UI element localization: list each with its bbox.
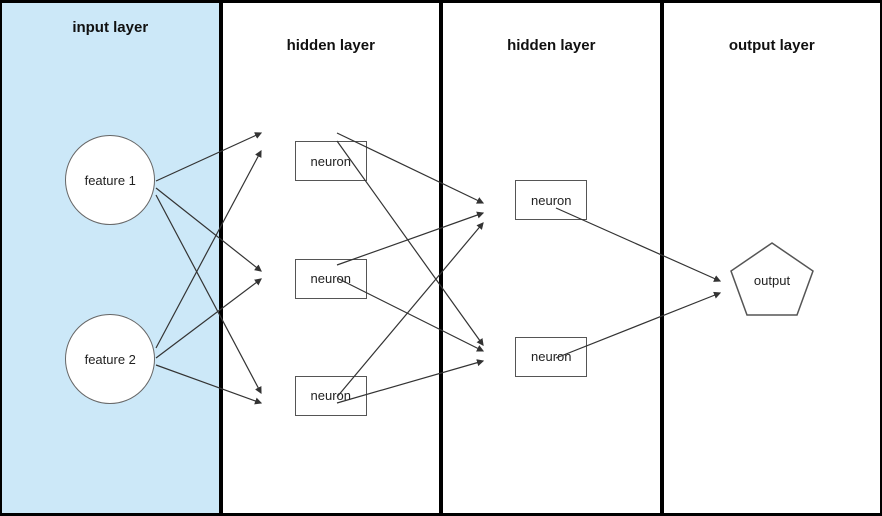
input-node-feature2: feature 2 <box>65 314 155 404</box>
input-layer-title: input layer <box>72 19 148 36</box>
output-node: output <box>727 239 817 319</box>
hidden-layer-2: hidden layer neuron neuron <box>443 3 660 513</box>
input-layer: input layer feature 1 feature 2 <box>2 3 219 513</box>
hidden2-node-2: neuron <box>515 337 587 377</box>
svg-text:output: output <box>754 273 791 288</box>
hidden-layer-1: hidden layer neuron neuron neuron <box>223 3 440 513</box>
output-layer-title: output layer <box>729 37 815 54</box>
pentagon-shape: output <box>727 239 817 319</box>
input-node-feature1: feature 1 <box>65 135 155 225</box>
hidden1-node-2: neuron <box>295 259 367 299</box>
neural-network-diagram: input layer feature 1 feature 2 hidden l… <box>2 3 880 513</box>
hidden-layer-2-title: hidden layer <box>507 37 595 54</box>
hidden1-node-3: neuron <box>295 376 367 416</box>
hidden1-node-1: neuron <box>295 141 367 181</box>
hidden-layer-1-title: hidden layer <box>287 37 375 54</box>
hidden2-node-1: neuron <box>515 180 587 220</box>
output-layer: output layer output <box>664 3 881 513</box>
